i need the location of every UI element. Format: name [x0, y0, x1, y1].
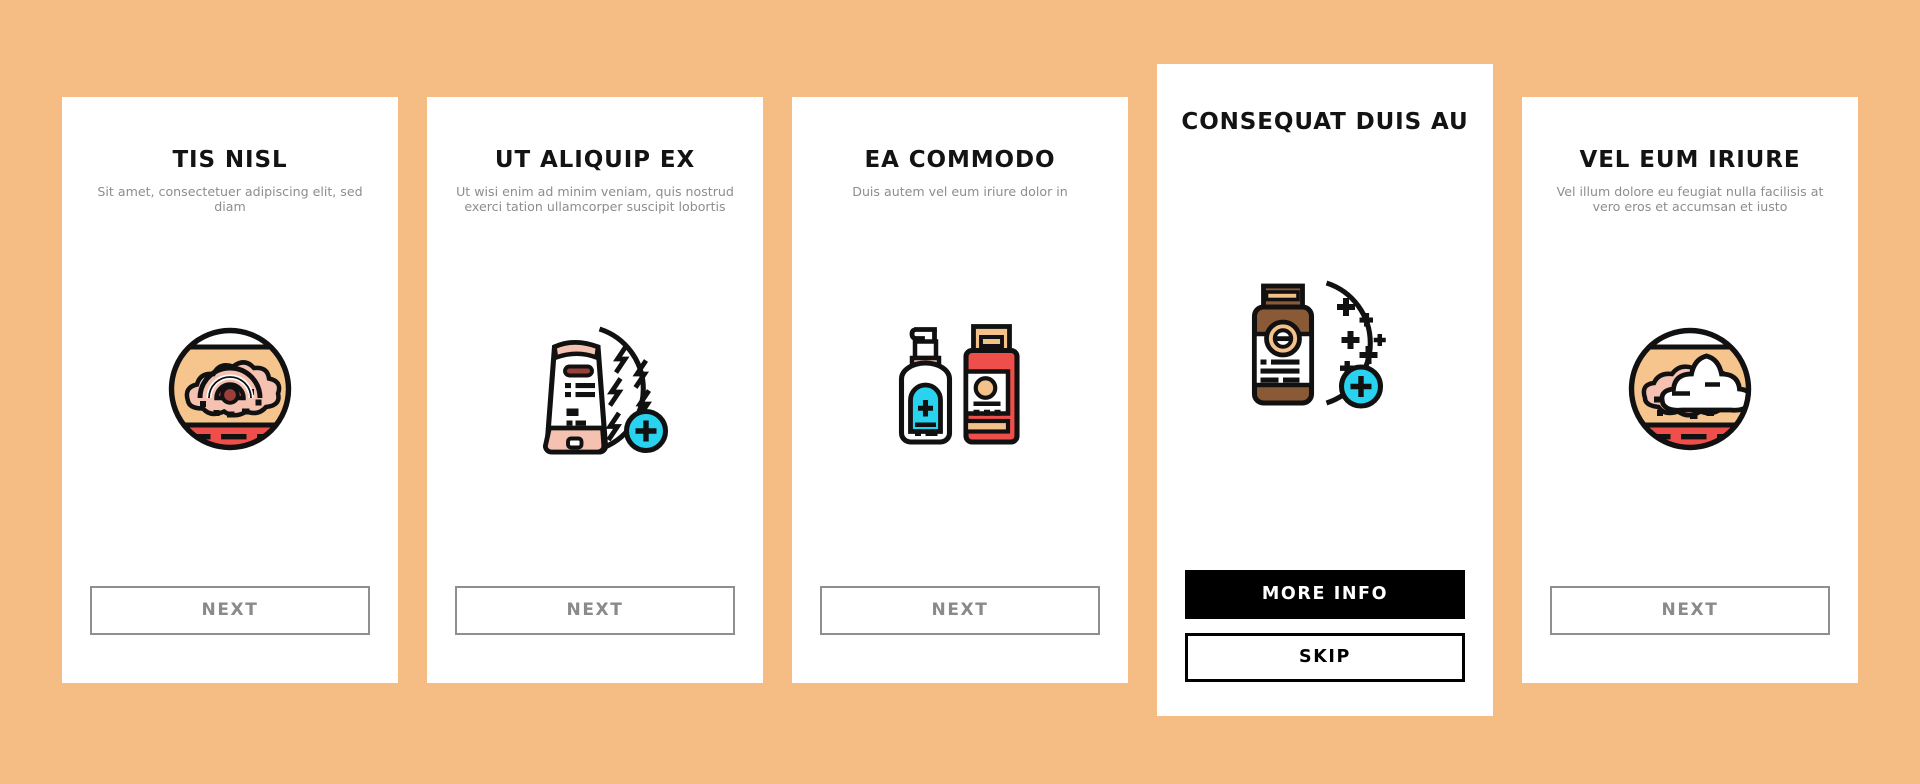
onboarding-card-tis-nisl: TIS NISL Sit amet, consectetuer adipisci… [62, 97, 398, 683]
next-button[interactable]: NEXT [455, 586, 735, 635]
onboarding-card-consequat-duis-au: CONSEQUAT DUIS AU MORE INFO SKIP [1157, 64, 1493, 716]
card-actions: NEXT [1522, 586, 1858, 683]
card-header: VEL EUM IRIURE Vel illum dolore eu feugi… [1522, 97, 1858, 215]
card-header: CONSEQUAT DUIS AU [1157, 64, 1493, 135]
lotion-bottles-icon [880, 307, 1040, 457]
card-subtitle: Sit amet, consectetuer adipiscing elit, … [97, 183, 363, 215]
card-illustration [62, 215, 398, 586]
card-actions: NEXT [792, 586, 1128, 683]
card-header: TIS NISL Sit amet, consectetuer adipisci… [62, 97, 398, 215]
skin-cream-applied-icon [1615, 314, 1765, 464]
card-title: VEL EUM IRIURE [1579, 147, 1801, 173]
card-actions: NEXT [62, 586, 398, 683]
card-title: UT ALIQUIP EX [494, 147, 696, 173]
onboarding-card-ut-aliquip-ex: UT ALIQUIP EX Ut wisi enim ad minim veni… [427, 97, 763, 683]
card-actions: MORE INFO SKIP [1157, 570, 1493, 716]
skip-button[interactable]: SKIP [1185, 633, 1465, 682]
card-subtitle: Vel illum dolore eu feugiat nulla facili… [1556, 183, 1824, 215]
onboarding-card-vel-eum-iriure: VEL EUM IRIURE Vel illum dolore eu feugi… [1522, 97, 1858, 683]
card-illustration [792, 199, 1128, 586]
cream-tube-lightning-icon [515, 314, 675, 464]
next-button[interactable]: NEXT [1550, 586, 1830, 635]
onboarding-screens-stage: TIS NISL Sit amet, consectetuer adipisci… [0, 0, 1920, 784]
card-header: EA COMMODO Duis autem vel eum iriure dol… [792, 97, 1128, 199]
card-subtitle: Duis autem vel eum iriure dolor in [852, 183, 1068, 199]
next-button[interactable]: NEXT [820, 586, 1100, 635]
next-button[interactable]: NEXT [90, 586, 370, 635]
more-info-button[interactable]: MORE INFO [1185, 570, 1465, 619]
card-title: EA COMMODO [864, 147, 1056, 173]
card-illustration [1522, 215, 1858, 586]
card-title: TIS NISL [172, 147, 288, 173]
skin-rash-circle-icon [155, 314, 305, 464]
onboarding-card-ea-commodo: EA COMMODO Duis autem vel eum iriure dol… [792, 97, 1128, 683]
card-actions: NEXT [427, 586, 763, 683]
card-subtitle: Ut wisi enim ad minim veniam, quis nostr… [456, 183, 734, 215]
card-illustration [1157, 135, 1493, 570]
card-header: UT ALIQUIP EX Ut wisi enim ad minim veni… [427, 97, 763, 215]
medicine-bottle-sparkle-icon [1245, 268, 1405, 418]
card-illustration [427, 215, 763, 586]
card-title: CONSEQUAT DUIS AU [1181, 109, 1469, 135]
